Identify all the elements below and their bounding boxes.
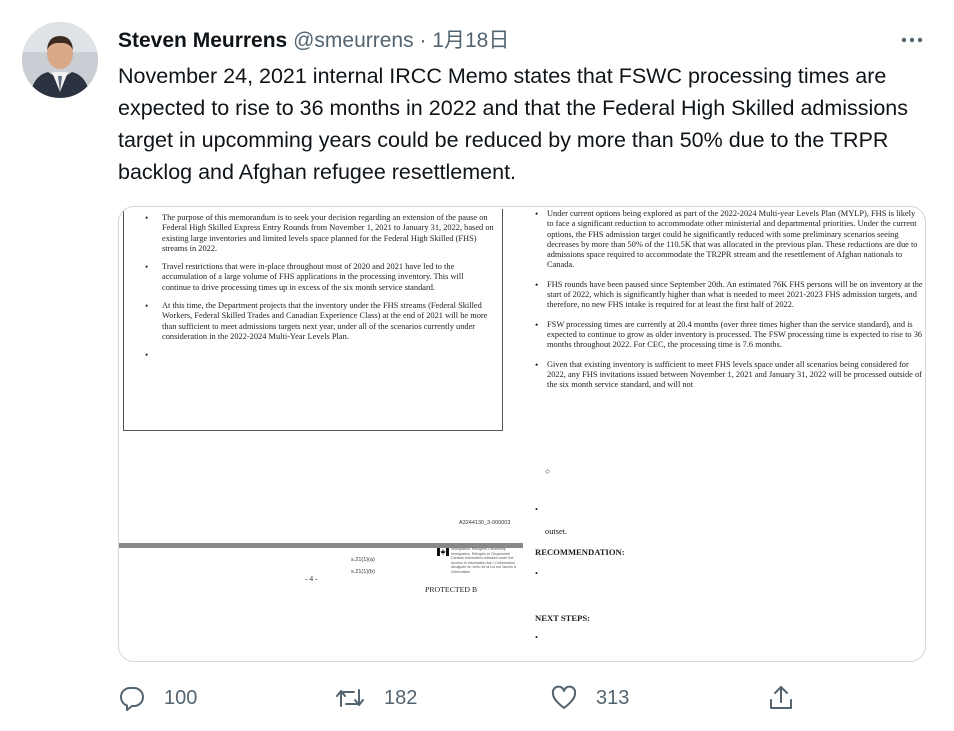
header-separator: · <box>419 29 427 52</box>
reply-count: 100 <box>164 686 198 709</box>
outset-text: outset. <box>545 527 568 536</box>
bullet-dot: • <box>535 279 539 290</box>
author-name[interactable]: Steven Meurrens <box>118 29 287 52</box>
memo-bullet: • FSW processing times are currently at … <box>533 320 923 351</box>
bullet-dot: • <box>145 301 149 312</box>
bullet-dot: • <box>535 633 538 642</box>
author-handle[interactable]: @smeurrens <box>293 29 414 52</box>
doc-id: A3244130_3-000003 <box>459 520 511 526</box>
memo-bullet: • Given that existing inventory is suffi… <box>533 360 923 391</box>
bullet-dot: • <box>145 262 149 273</box>
memo-bullet-text: Travel restrictions that were in-place t… <box>162 262 464 292</box>
avatar[interactable] <box>22 22 98 98</box>
retweet-icon <box>336 689 364 707</box>
retweet-button[interactable]: 182 <box>334 680 417 716</box>
canada-flag-icon <box>437 548 449 556</box>
memo-bullet-text: Under current options being explored as … <box>547 209 918 270</box>
more-icon <box>901 37 923 43</box>
memo-bullet-text: The purpose of this memorandum is to see… <box>162 213 494 253</box>
media-card[interactable]: • The purpose of this memorandum is to s… <box>118 206 926 662</box>
tweet-text: November 24, 2021 internal IRCC Memo sta… <box>118 64 908 184</box>
government-banner-text: Immigration, Refugees Citizenship Immigr… <box>451 547 516 574</box>
tweet-header: Steven Meurrens @smeurrens · 1月18日 <box>118 24 509 54</box>
like-button[interactable]: 313 <box>550 680 629 716</box>
retweet-count: 182 <box>384 686 418 709</box>
memo-bullet-empty: • <box>132 350 494 364</box>
bullet-dot: • <box>535 209 539 219</box>
memo-bullet-text: FSW processing times are currently at 20… <box>547 319 923 350</box>
memo-bullet: • FHS rounds have been paused since Sept… <box>533 280 923 311</box>
like-icon <box>551 685 577 709</box>
memo-left-box: • The purpose of this memorandum is to s… <box>123 209 503 431</box>
doc-crop-edge <box>533 431 923 443</box>
memo-bullet-text: At this time, the Department projects th… <box>162 301 488 341</box>
memo-bullet: • Under current options being explored a… <box>533 209 923 271</box>
share-icon <box>770 686 792 709</box>
recommendation-heading: RECOMMENDATION: <box>535 547 625 557</box>
memo-bullet: • Travel restrictions that were in-place… <box>132 262 494 293</box>
bullet-dot: • <box>145 213 149 223</box>
bullet-dot: • <box>535 319 539 330</box>
memo-bullet: • At this time, the Department projects … <box>132 301 494 342</box>
circle-bullet: ○ <box>545 467 551 476</box>
bullet-dot: • <box>535 505 538 514</box>
bullet-dot: • <box>145 350 149 361</box>
like-count: 313 <box>596 686 630 709</box>
memo-right-column: • Under current options being explored a… <box>533 209 923 399</box>
avatar-photo <box>22 22 98 98</box>
more-button[interactable] <box>894 26 930 54</box>
bullet-dot: • <box>535 359 539 370</box>
reply-icon <box>119 686 144 711</box>
memo-bullet-text: Given that existing inventory is suffici… <box>547 359 922 390</box>
next-steps-heading: NEXT STEPS: <box>535 613 591 623</box>
reply-button[interactable]: 100 <box>118 680 197 716</box>
exemption-code: s.21(1)(a) <box>351 557 375 563</box>
page-number: - 4 - <box>305 574 318 583</box>
memo-bullet-text: FHS rounds have been paused since Septem… <box>547 279 923 310</box>
bullet-dot: • <box>535 569 538 578</box>
tweet-date[interactable]: 1月18日 <box>432 29 509 52</box>
memo-bullet: • The purpose of this memorandum is to s… <box>132 213 494 254</box>
protected-label: PROTECTED B <box>425 585 478 594</box>
exemption-code: s.21(1)(b) <box>351 569 375 575</box>
share-button[interactable] <box>766 680 796 716</box>
